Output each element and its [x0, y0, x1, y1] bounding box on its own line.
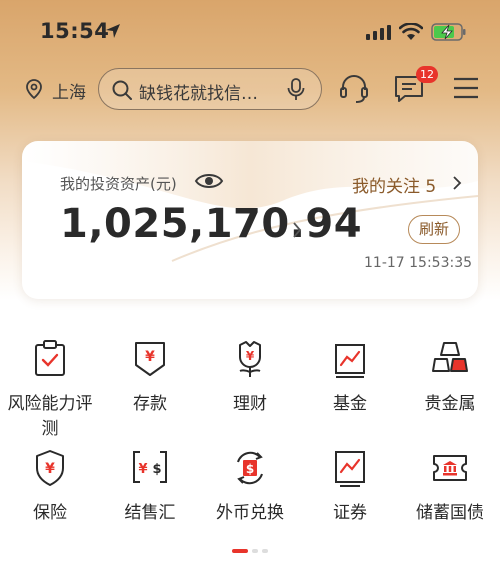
grid-item-risk-assessment[interactable]: 风险能力评测 [0, 339, 100, 439]
grid-item-savings-bond[interactable]: 储蓄国债 [400, 448, 500, 548]
dollar-cycle-icon: $ [237, 451, 263, 485]
message-badge: 12 [416, 66, 438, 83]
svg-text:$: $ [246, 462, 254, 476]
chevron-right-icon [293, 222, 302, 238]
signal-icon [366, 25, 391, 40]
page-dot [252, 549, 258, 553]
search-placeholder: 缺钱花就找信… [139, 84, 258, 104]
grid-label: 贵金属 [424, 394, 476, 414]
grid-label: 证券 [333, 503, 367, 523]
top-nav: 上海 缺钱花就找信… 12 [0, 66, 500, 112]
grid-item-securities[interactable]: 证券 [300, 448, 400, 548]
svg-text:¥: ¥ [45, 461, 55, 477]
asset-card[interactable]: 我的投资资产(元) 我的关注 5 1,025,170.94 刷新 11-17 1… [22, 141, 478, 299]
my-follow-link[interactable]: 我的关注 5 [352, 172, 436, 197]
page-dot-active [232, 549, 248, 553]
grid-label: 结售汇 [124, 503, 176, 523]
svg-text:¥: ¥ [246, 349, 255, 363]
exchange-yuan-dollar-icon: ¥ $ [133, 451, 167, 483]
grid-item-currency-exchange[interactable]: $ 外币兑换 [200, 448, 300, 548]
search-bar[interactable]: 缺钱花就找信… [98, 68, 322, 110]
status-bar: 15:54 [0, 0, 500, 64]
grid-item-forex-settlement[interactable]: ¥ $ 结售汇 [100, 448, 200, 548]
location-pin-icon[interactable] [22, 77, 46, 101]
microphone-icon[interactable] [285, 77, 307, 103]
shield-yuan-icon: ¥ [36, 450, 64, 486]
grid-item-fund[interactable]: 基金 [300, 339, 400, 439]
chevron-right-icon [453, 176, 462, 190]
gold-bars-icon [432, 342, 468, 372]
grid-label: 储蓄国债 [416, 503, 484, 523]
menu-icon[interactable] [453, 77, 479, 99]
location-arrow-icon [106, 24, 120, 38]
grid-label: 保险 [33, 503, 67, 523]
city-selector[interactable]: 上海 [52, 78, 86, 103]
update-timestamp: 11-17 15:53:35 [364, 255, 473, 271]
grid-label: 外币兑换 [216, 503, 284, 523]
grid-item-precious-metal[interactable]: 贵金属 [400, 339, 500, 439]
search-icon [112, 80, 132, 100]
stock-chart-icon [335, 451, 365, 487]
chart-trend-icon [335, 344, 365, 378]
grid-label: 风险能力评测 [7, 394, 93, 439]
yuan-deposit-icon: ¥ [135, 342, 165, 376]
status-time: 15:54 [40, 19, 110, 43]
refresh-button[interactable]: 刷新 [408, 215, 460, 244]
svg-text:¥: ¥ [138, 462, 147, 477]
grid-label: 存款 [133, 394, 167, 414]
asset-label: 我的投资资产(元) [60, 175, 177, 193]
grid-label: 理财 [233, 394, 267, 414]
battery-charging-icon [431, 23, 466, 41]
grid-item-wealth[interactable]: ¥ 理财 [200, 339, 300, 439]
asset-value[interactable]: 1,025,170.94 [60, 201, 362, 247]
eye-icon[interactable] [194, 171, 224, 191]
svg-text:¥: ¥ [145, 349, 155, 365]
grid-item-insurance[interactable]: ¥ 保险 [0, 448, 100, 548]
flower-yuan-icon: ¥ [239, 341, 261, 377]
wifi-icon [399, 23, 423, 40]
bank-ticket-icon [433, 455, 467, 481]
grid-label: 基金 [333, 394, 367, 414]
svg-text:$: $ [152, 462, 161, 477]
page-indicator [232, 549, 268, 553]
customer-service-icon[interactable] [338, 72, 370, 106]
page-dot [262, 549, 268, 553]
grid-item-deposit[interactable]: ¥ 存款 [100, 339, 200, 439]
clipboard-check-icon [35, 340, 65, 376]
